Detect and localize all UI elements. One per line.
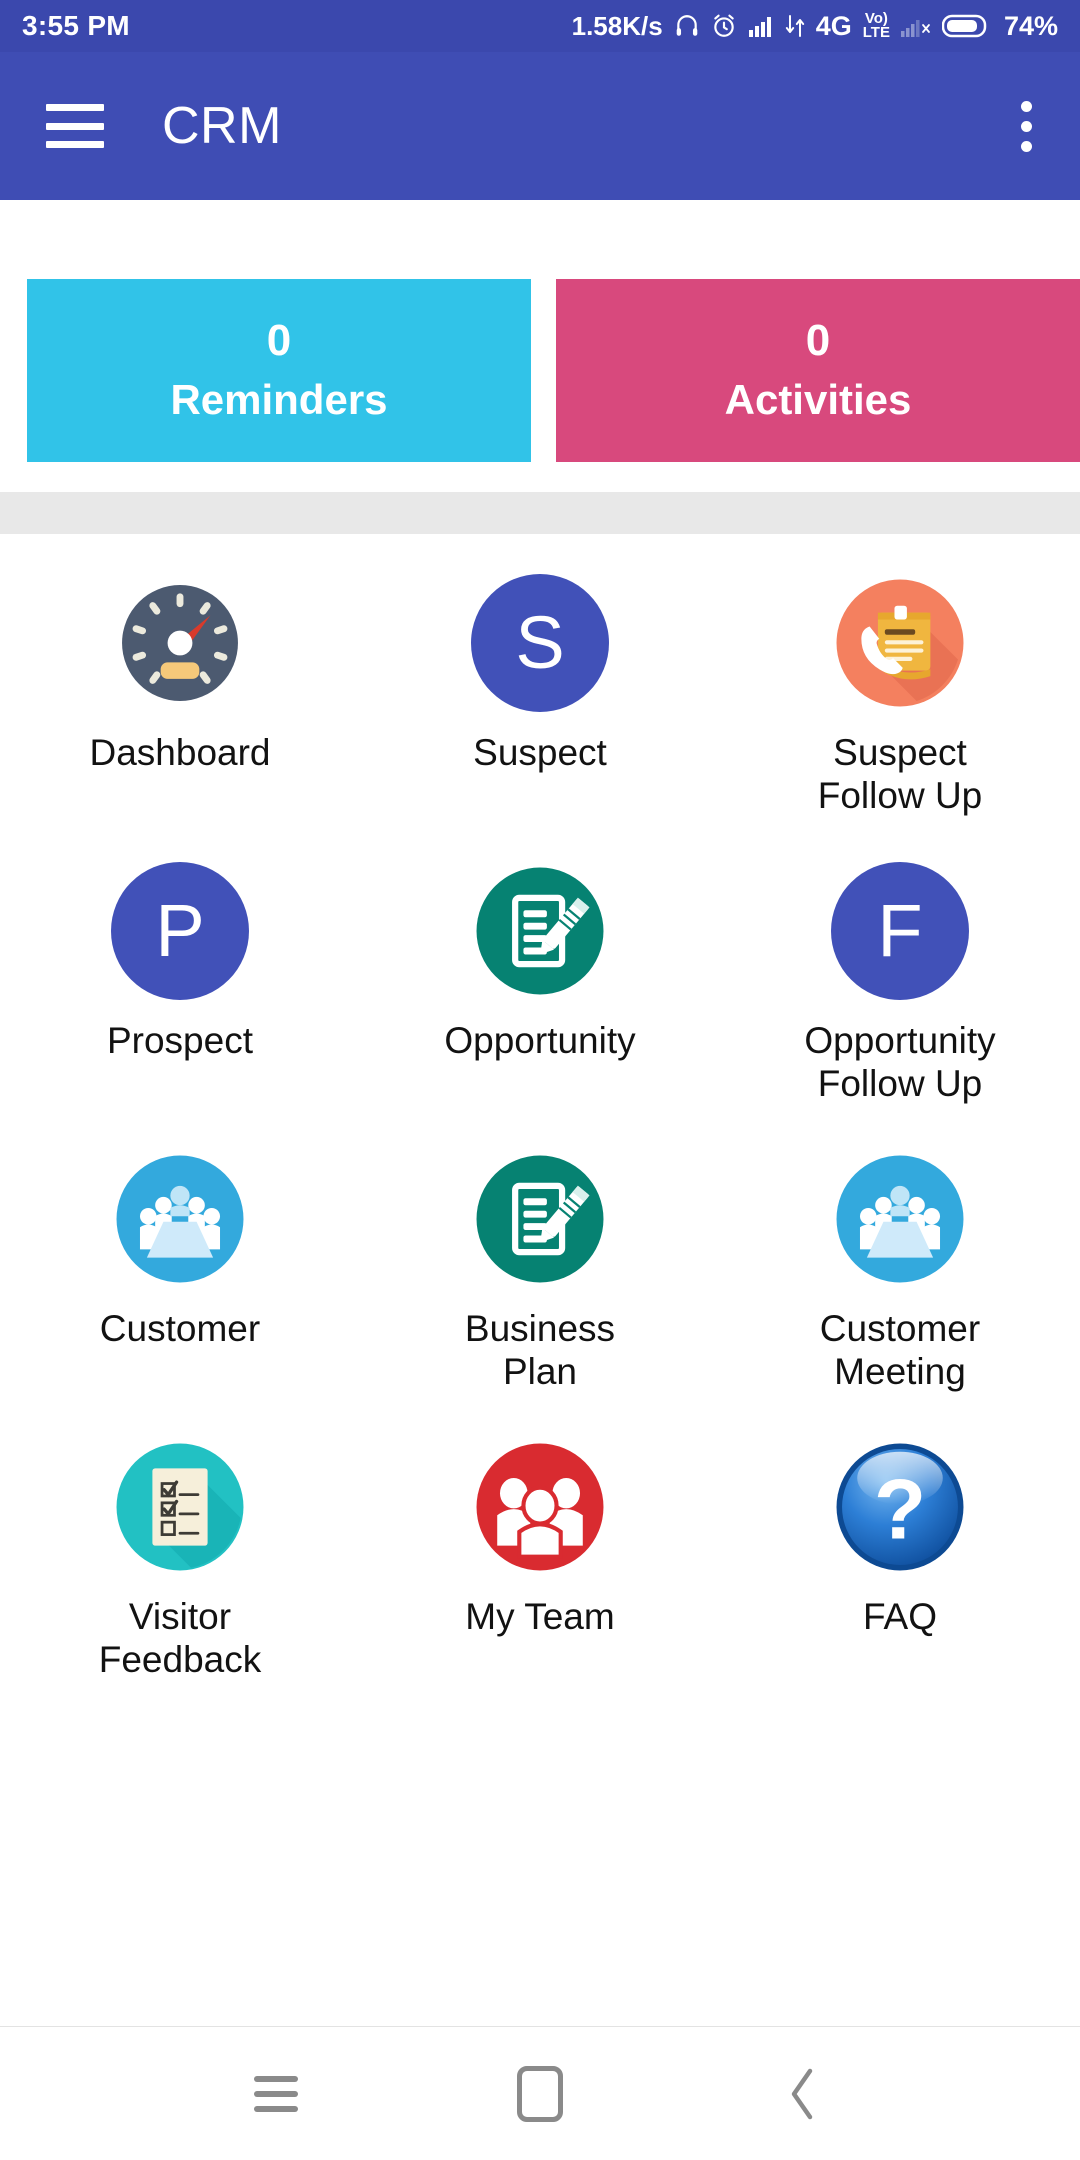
signal-bars-off-icon [900, 14, 931, 38]
more-vertical-icon[interactable] [1021, 100, 1032, 152]
grid-label-business-plan: Business Plan [464, 1308, 616, 1392]
app-bar: CRM [0, 52, 1080, 200]
grid-label-customer-meeting: Customer Meeting [819, 1308, 981, 1392]
checklist-icon [111, 1438, 249, 1576]
question-mark-icon: ? [831, 1438, 969, 1576]
section-divider [0, 492, 1080, 534]
phone-notepad-icon [831, 574, 969, 712]
reminders-card[interactable]: 0 Reminders [27, 279, 531, 462]
grid-label-opportunity: Opportunity [444, 1020, 636, 1061]
stats-row: 0 Reminders 0 Activities [0, 200, 1080, 462]
volte-icon: Vo) LTE [862, 11, 890, 41]
grid-item-suspect[interactable]: S Suspect [360, 556, 720, 816]
page-title: CRM [162, 97, 282, 155]
app-grid: Dashboard S Suspect Suspect Follow Up P … [0, 556, 1080, 1680]
grid-label-opportunity-follow-up: Opportunity Follow Up [804, 1020, 996, 1104]
grid-label-prospect: Prospect [106, 1020, 253, 1061]
grid-item-visitor-feedback[interactable]: Visitor Feedback [0, 1420, 360, 1680]
android-navigation-bar [0, 2026, 1080, 2160]
grid-item-dashboard[interactable]: Dashboard [0, 556, 360, 816]
data-transfer-icon [785, 14, 805, 38]
alarm-clock-icon [711, 13, 737, 39]
grid-item-faq[interactable]: ? FAQ [720, 1420, 1080, 1680]
headphone-icon [674, 13, 700, 39]
letter-s-icon: S [471, 574, 609, 712]
app-screen: 3:55 PM 1.58K/s 4G Vo) LTE 74% CRM 0 Rem… [0, 0, 1080, 2160]
svg-text:?: ? [874, 1463, 926, 1558]
people-group-icon [471, 1438, 609, 1576]
reminders-label: Reminders [170, 375, 388, 423]
signal-bars-icon [748, 14, 774, 38]
opportunity-follow-up-initial: F [877, 889, 923, 972]
recents-icon[interactable] [239, 2057, 313, 2131]
grid-item-opportunity[interactable]: Opportunity [360, 844, 720, 1104]
network-speed-text: 1.58K/s [571, 10, 663, 41]
hamburger-menu-icon[interactable] [46, 104, 104, 148]
grid-label-faq: FAQ [862, 1596, 938, 1637]
document-pencil-icon [471, 1150, 609, 1288]
speedometer-icon [111, 574, 249, 712]
status-bar: 3:55 PM 1.58K/s 4G Vo) LTE 74% [0, 0, 1080, 52]
back-chevron-icon[interactable] [767, 2057, 841, 2131]
grid-label-suspect-follow-up: Suspect Follow Up [817, 732, 983, 816]
meeting-people-icon [111, 1150, 249, 1288]
grid-label-dashboard: Dashboard [89, 732, 271, 773]
reminders-count: 0 [266, 316, 292, 365]
activities-label: Activities [724, 375, 912, 423]
prospect-initial: P [155, 889, 205, 972]
grid-label-my-team: My Team [465, 1596, 615, 1637]
letter-f-icon: F [831, 862, 969, 1000]
grid-item-my-team[interactable]: My Team [360, 1420, 720, 1680]
grid-label-suspect: Suspect [473, 732, 607, 773]
4g-icon: 4G [815, 10, 852, 41]
document-pencil-icon [471, 862, 609, 1000]
home-icon[interactable] [503, 2057, 577, 2131]
grid-item-suspect-follow-up[interactable]: Suspect Follow Up [720, 556, 1080, 816]
grid-item-customer[interactable]: Customer [0, 1132, 360, 1392]
grid-item-prospect[interactable]: P Prospect [0, 844, 360, 1104]
letter-p-icon: P [111, 862, 249, 1000]
activities-count: 0 [805, 316, 831, 365]
activities-card[interactable]: 0 Activities [556, 279, 1080, 462]
meeting-people-icon [831, 1150, 969, 1288]
suspect-initial: S [515, 601, 565, 684]
battery-icon [941, 13, 990, 39]
volte-bottom-text: LTE [862, 24, 890, 41]
grid-label-customer: Customer [99, 1308, 261, 1349]
battery-percent-text: 74% [1003, 10, 1058, 41]
status-icons: 1.58K/s 4G Vo) LTE 74% [572, 11, 1058, 42]
status-time: 3:55 PM [22, 10, 130, 41]
grid-label-visitor-feedback: Visitor Feedback [98, 1596, 262, 1680]
grid-item-customer-meeting[interactable]: Customer Meeting [720, 1132, 1080, 1392]
grid-item-business-plan[interactable]: Business Plan [360, 1132, 720, 1392]
grid-item-opportunity-follow-up[interactable]: F Opportunity Follow Up [720, 844, 1080, 1104]
